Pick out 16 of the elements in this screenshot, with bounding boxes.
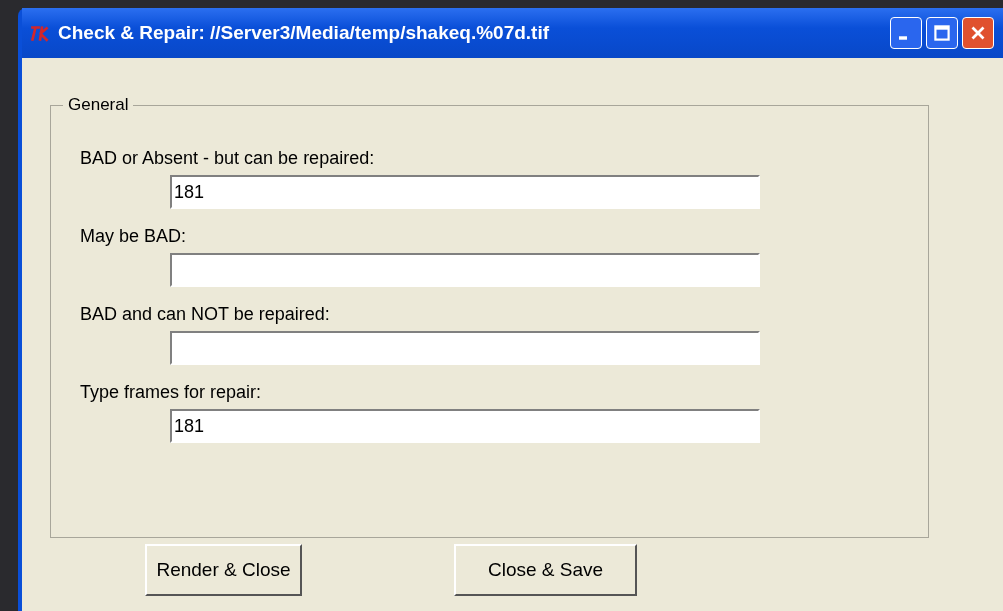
maximize-button[interactable]	[926, 17, 958, 49]
input-field[interactable]	[170, 253, 760, 287]
dialog-button[interactable]: Render & Close	[145, 544, 302, 596]
input-field[interactable]: 181	[170, 409, 760, 443]
field-label: Type frames for repair:	[80, 382, 262, 402]
field-label: May be BAD:	[80, 226, 187, 246]
minimize-button[interactable]	[890, 17, 922, 49]
field-label: BAD or Absent - but can be repaired:	[80, 148, 375, 168]
window-title: Check & Repair: //Server3/Media/temp/shakeq.%07d.tif	[58, 22, 550, 44]
input-field[interactable]: 181	[170, 175, 760, 209]
maximize-icon	[931, 22, 953, 44]
field-label: BAD and can NOT be repaired:	[80, 304, 330, 324]
minimize-icon	[899, 36, 907, 40]
input-field[interactable]	[170, 331, 760, 365]
close-button[interactable]	[962, 17, 994, 49]
dialog-button[interactable]: Close & Save	[454, 544, 637, 596]
